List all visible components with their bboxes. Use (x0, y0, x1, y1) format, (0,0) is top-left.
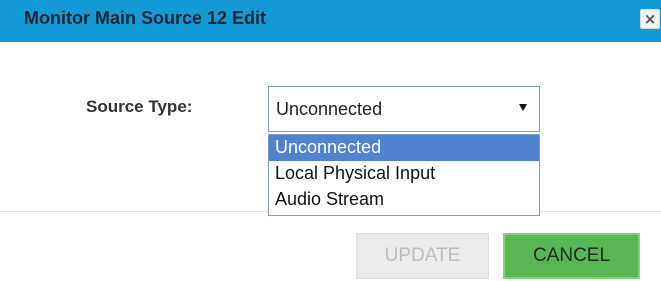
dialog-header: Monitor Main Source 12 Edit × (0, 0, 661, 42)
dialog-title: Monitor Main Source 12 Edit (24, 8, 267, 28)
close-icon: × (643, 9, 657, 28)
option-audio-stream[interactable]: Audio Stream (269, 187, 539, 213)
source-type-label: Source Type: (86, 97, 193, 116)
edit-dialog: Monitor Main Source 12 Edit × Source Typ… (0, 0, 661, 281)
option-unconnected[interactable]: Unconnected (269, 135, 539, 161)
source-type-selected-value: Unconnected (276, 99, 383, 119)
source-type-options-list: Unconnected Local Physical Input Audio S… (268, 134, 540, 216)
source-type-select[interactable]: Unconnected (268, 86, 540, 132)
cancel-button[interactable]: CANCEL (503, 233, 640, 279)
update-button[interactable]: UPDATE (356, 233, 489, 279)
option-local-physical-input[interactable]: Local Physical Input (269, 161, 539, 187)
close-button[interactable]: × (640, 9, 660, 29)
dropdown-arrow-icon (519, 104, 527, 111)
